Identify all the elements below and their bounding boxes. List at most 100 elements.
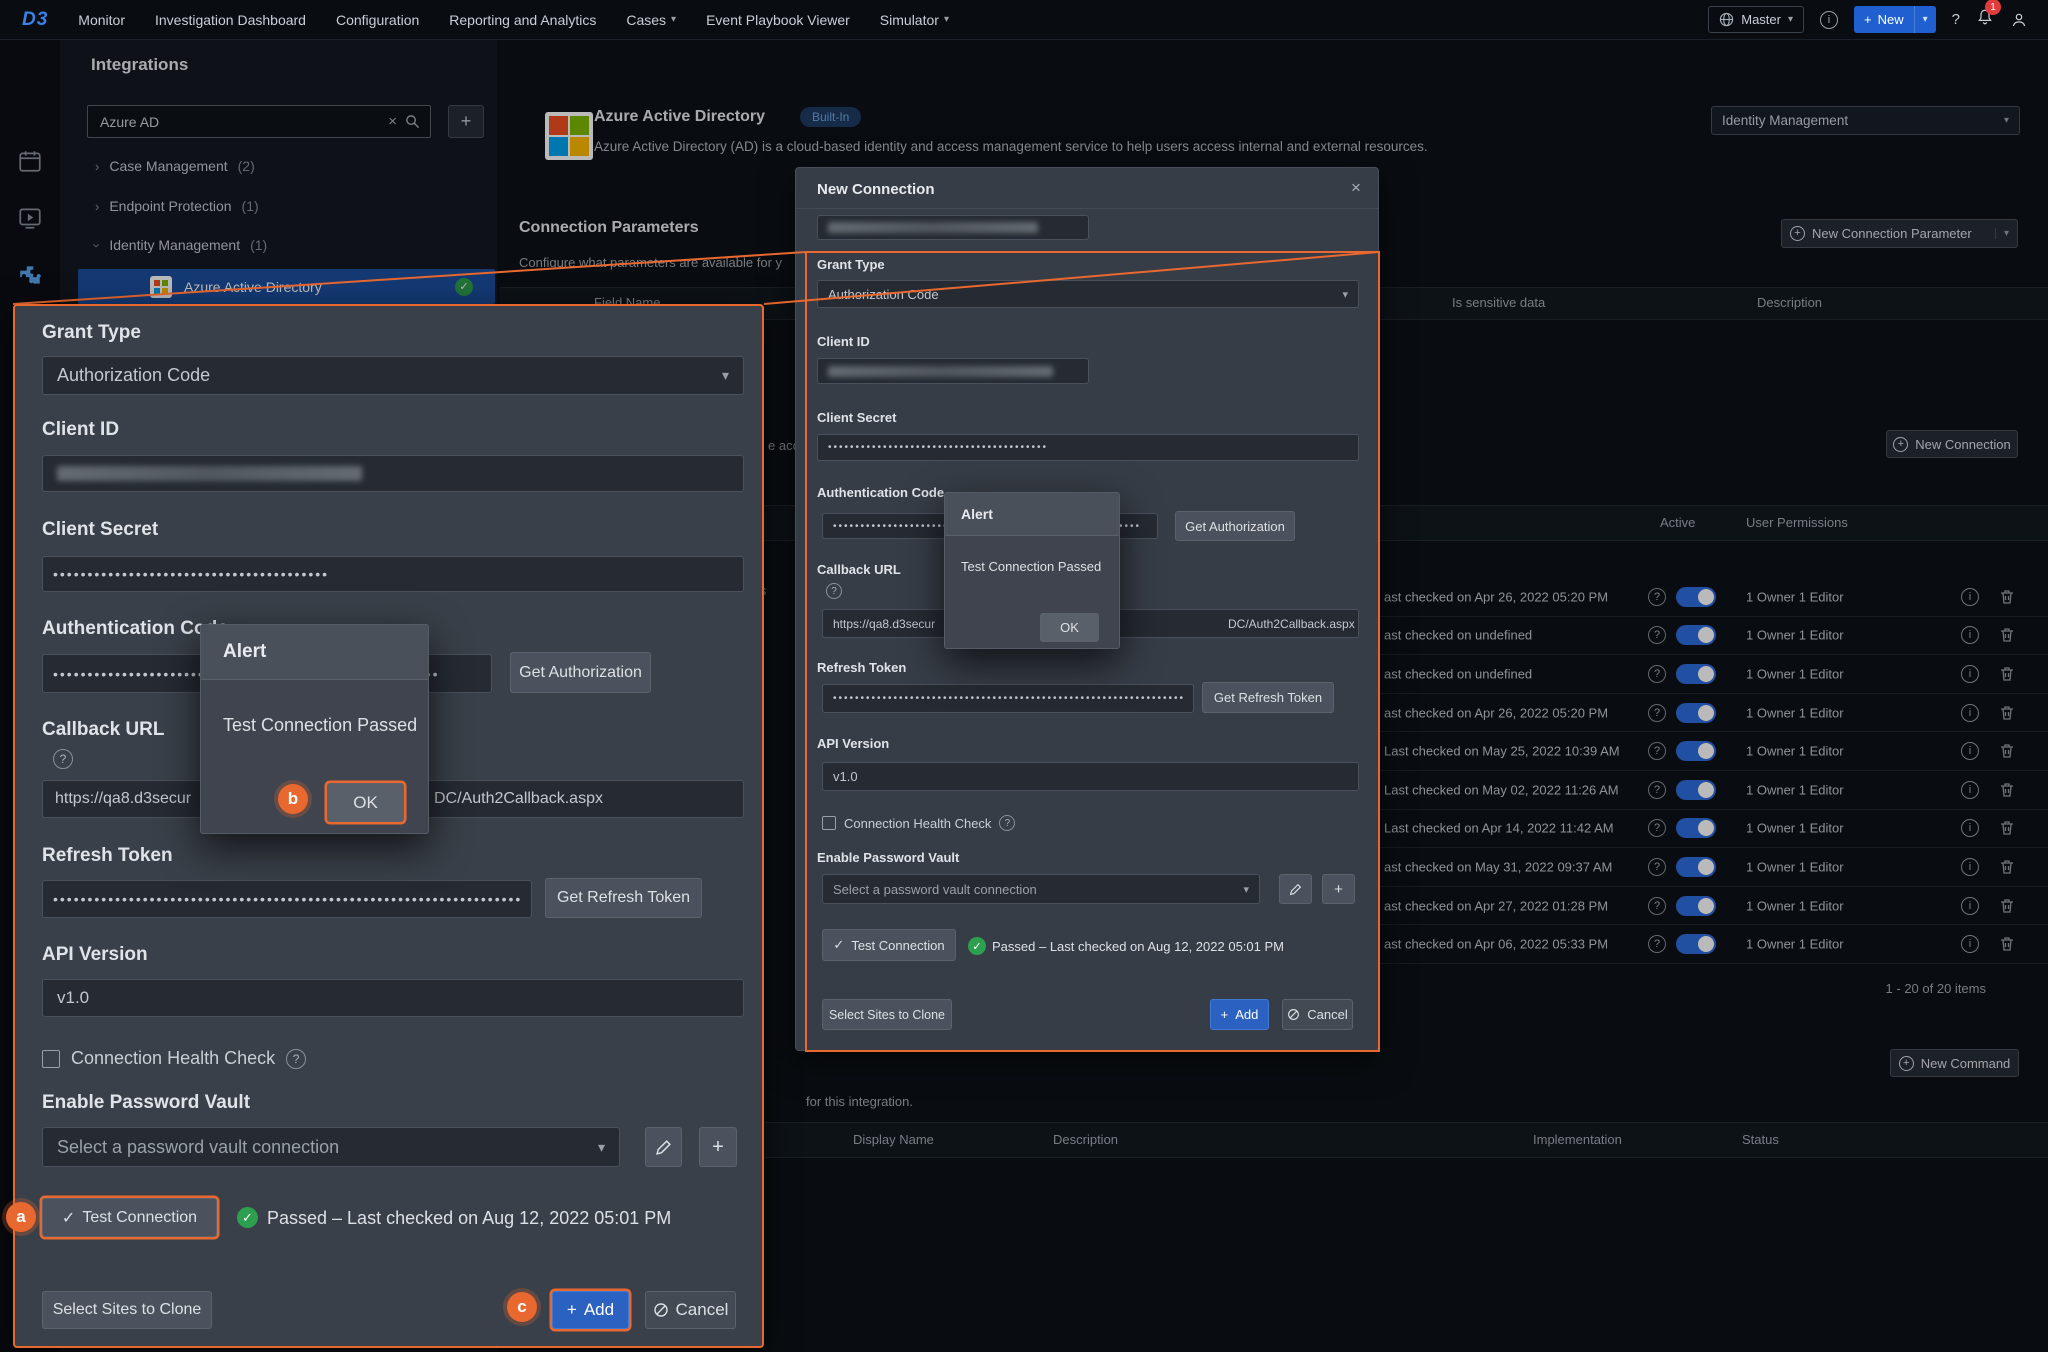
cancel-button[interactable]: Cancel xyxy=(1282,999,1353,1030)
edit-vault-button[interactable] xyxy=(645,1127,682,1167)
grant-type-select[interactable]: Authorization Code ▾ xyxy=(42,356,744,395)
new-connection-modal: New Connection × Grant Type Authorizatio… xyxy=(795,167,1379,1051)
health-check-checkbox[interactable] xyxy=(822,816,836,830)
grant-type-select[interactable]: Authorization Code ▾ xyxy=(817,280,1359,308)
chevron-down-icon: ▾ xyxy=(722,367,729,384)
success-check-icon: ✓ xyxy=(237,1207,258,1228)
callback-url-label: Callback URL xyxy=(42,719,164,741)
zoomed-connection-form: Grant Type Authorization Code ▾ Client I… xyxy=(13,304,764,1348)
add-vault-button[interactable]: + xyxy=(1322,874,1355,904)
info-icon[interactable]: i xyxy=(1820,11,1838,29)
help-icon[interactable]: ? xyxy=(1952,11,1960,28)
password-vault-label: Enable Password Vault xyxy=(42,1092,250,1114)
password-vault-select[interactable]: Select a password vault connection ▾ xyxy=(822,874,1260,904)
api-version-input[interactable]: v1.0 xyxy=(42,979,744,1017)
callback-url-label: Callback URL xyxy=(817,562,901,577)
health-check-label: Connection Health Check xyxy=(71,1048,275,1069)
test-result-text: Passed – Last checked on Aug 12, 2022 05… xyxy=(267,1208,671,1229)
chevron-down-icon: ▾ xyxy=(1243,883,1249,896)
alert-ok-button[interactable]: OK xyxy=(327,783,404,822)
notification-badge: 1 xyxy=(1985,0,2001,15)
client-id-input[interactable] xyxy=(817,358,1089,384)
notifications-button[interactable]: 1 xyxy=(1976,8,1994,31)
help-icon[interactable]: ? xyxy=(53,749,73,769)
alert-title: Alert xyxy=(961,506,993,522)
chevron-down-icon: ▾ xyxy=(1342,288,1348,301)
user-icon[interactable] xyxy=(2010,11,2028,29)
alert-message: Test Connection Passed xyxy=(961,559,1101,574)
client-secret-input[interactable]: •••••••••••••••••••••••••••••••••••••••• xyxy=(42,556,744,592)
globe-icon xyxy=(1719,12,1734,27)
nav-item-reporting-analytics[interactable]: Reporting and Analytics xyxy=(449,12,596,28)
health-check-checkbox[interactable] xyxy=(42,1050,60,1068)
chevron-down-icon: ▾ xyxy=(1788,14,1793,25)
get-refresh-token-button[interactable]: Get Refresh Token xyxy=(1202,682,1334,713)
alert-ok-button[interactable]: OK xyxy=(1040,613,1099,642)
password-vault-label: Enable Password Vault xyxy=(817,850,959,865)
authentication-code-label: Authentication Code xyxy=(817,485,944,500)
nav-item-cases[interactable]: Cases▾ xyxy=(626,12,676,28)
close-icon[interactable]: × xyxy=(1351,178,1361,198)
connection-name-input[interactable] xyxy=(817,215,1089,240)
success-check-icon: ✓ xyxy=(968,937,986,955)
test-result-text: Passed – Last checked on Aug 12, 2022 05… xyxy=(992,939,1284,954)
select-sites-to-clone-button[interactable]: Select Sites to Clone xyxy=(822,999,952,1030)
alert-dialog: Alert Test Connection Passed OK xyxy=(200,624,429,834)
api-version-input[interactable]: v1.0 xyxy=(822,762,1359,791)
edit-vault-button[interactable] xyxy=(1279,874,1312,904)
add-vault-button[interactable]: + xyxy=(699,1127,737,1167)
api-version-label: API Version xyxy=(817,736,889,751)
client-id-label: Client ID xyxy=(817,334,870,349)
health-check-row: Connection Health Check ? xyxy=(822,815,1015,831)
test-connection-button[interactable]: ✓Test Connection xyxy=(822,929,956,961)
nav-item-event-playbook-viewer[interactable]: Event Playbook Viewer xyxy=(706,12,850,28)
alert-title: Alert xyxy=(223,641,266,663)
cancel-icon xyxy=(653,1302,669,1318)
test-connection-button[interactable]: ✓Test Connection xyxy=(42,1198,217,1237)
refresh-token-input[interactable]: ••••••••••••••••••••••••••••••••••••••••… xyxy=(822,684,1194,713)
nav-item-monitor[interactable]: Monitor xyxy=(78,12,125,28)
grant-type-label: Grant Type xyxy=(817,257,885,272)
health-check-row: Connection Health Check ? xyxy=(42,1048,306,1069)
app-root: D3 Monitor Investigation Dashboard Confi… xyxy=(0,0,2048,1352)
get-authorization-button[interactable]: Get Authorization xyxy=(1175,511,1295,541)
d3-logo[interactable]: D3 xyxy=(22,9,48,31)
plus-icon: + xyxy=(567,1300,577,1320)
annotation-badge-c: c xyxy=(507,1292,537,1322)
new-dropdown-toggle[interactable]: ▾ xyxy=(1914,6,1936,33)
master-selector[interactable]: Master ▾ xyxy=(1708,6,1804,33)
client-id-label: Client ID xyxy=(42,419,119,441)
password-vault-select[interactable]: Select a password vault connection ▾ xyxy=(42,1127,620,1167)
add-button[interactable]: +Add xyxy=(1210,999,1269,1030)
new-button[interactable]: +New ▾ xyxy=(1854,6,1936,33)
select-sites-to-clone-button[interactable]: Select Sites to Clone xyxy=(42,1291,212,1329)
help-icon[interactable]: ? xyxy=(999,815,1015,831)
client-id-input[interactable] xyxy=(42,455,744,492)
chevron-down-icon: ▾ xyxy=(598,1139,605,1156)
pencil-icon xyxy=(1289,883,1302,896)
alert-dialog: Alert Test Connection Passed OK xyxy=(944,492,1120,649)
alert-message: Test Connection Passed xyxy=(223,715,417,736)
client-secret-input[interactable]: •••••••••••••••••••••••••••••••••••••••• xyxy=(817,434,1359,461)
top-nav: D3 Monitor Investigation Dashboard Confi… xyxy=(0,0,2048,40)
help-icon[interactable]: ? xyxy=(826,583,842,599)
health-check-label: Connection Health Check xyxy=(844,816,991,831)
plus-icon: + xyxy=(1334,881,1343,898)
modal-title: New Connection xyxy=(817,181,935,198)
nav-item-configuration[interactable]: Configuration xyxy=(336,12,419,28)
add-button[interactable]: +Add xyxy=(552,1291,629,1329)
chevron-down-icon: ▾ xyxy=(671,14,676,25)
get-refresh-token-button[interactable]: Get Refresh Token xyxy=(545,878,702,918)
grant-type-label: Grant Type xyxy=(42,322,141,344)
nav-item-investigation-dashboard[interactable]: Investigation Dashboard xyxy=(155,12,306,28)
nav-item-simulator[interactable]: Simulator▾ xyxy=(880,12,949,28)
refresh-token-input[interactable]: ••••••••••••••••••••••••••••••••••••••••… xyxy=(42,880,532,918)
check-icon: ✓ xyxy=(833,937,844,953)
get-authorization-button[interactable]: Get Authorization xyxy=(510,652,651,693)
help-icon[interactable]: ? xyxy=(286,1049,306,1069)
check-icon: ✓ xyxy=(62,1208,75,1228)
plus-icon: + xyxy=(1864,12,1872,27)
cancel-button[interactable]: Cancel xyxy=(645,1291,736,1329)
refresh-token-label: Refresh Token xyxy=(817,660,906,675)
client-secret-label: Client Secret xyxy=(42,519,158,541)
